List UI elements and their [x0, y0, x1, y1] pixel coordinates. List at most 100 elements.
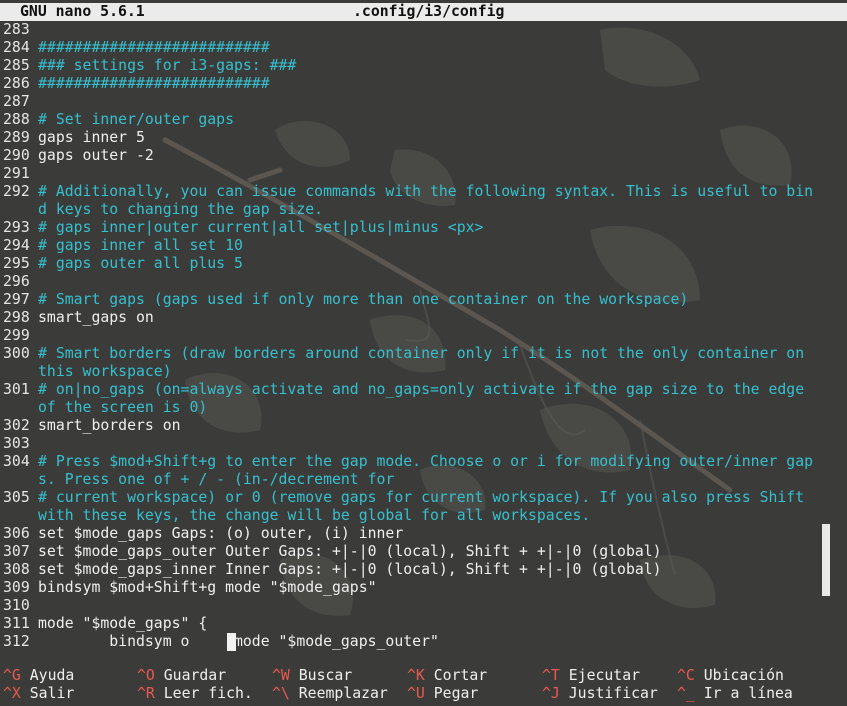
comment-text: # on|no_gaps (on=always activate and no_…	[38, 381, 805, 398]
line-number: 301	[3, 381, 30, 398]
line-number: 284	[3, 39, 30, 56]
shortcut-item[interactable]: ^R Leer fich.	[137, 685, 253, 703]
shortcut-item[interactable]: ^G Ayuda	[3, 667, 74, 685]
line-number: 292	[3, 183, 30, 200]
shortcut-label: Salir	[29, 685, 75, 702]
comment-text: ##########################	[38, 39, 270, 56]
shortcut-bar: ^G Ayuda ^X Salir ^O Guardar ^R Leer fich. ^…	[0, 667, 847, 703]
line-number: 300	[3, 345, 30, 362]
line-number: 286	[3, 75, 30, 92]
comment-text: with these keys, the change will be glob…	[38, 507, 591, 524]
editor-text-area[interactable]: 283 284 ########################## 285 ### s…	[0, 21, 847, 651]
code-text: set $mode_gaps Gaps: (o) outer, (i) inne…	[38, 525, 404, 542]
code-text: mode "$mode_gaps" {	[38, 615, 208, 632]
comment-text: # Press $mod+Shift+g to enter the gap mo…	[38, 453, 814, 470]
shortcut-label: Cortar	[433, 667, 488, 684]
shortcut-key: ^R	[137, 685, 155, 702]
line-number: 307	[3, 543, 30, 560]
line-number: 299	[3, 327, 30, 344]
line-number: 306	[3, 525, 30, 542]
comment-text: of the screen is 0)	[38, 399, 208, 416]
shortcut-item[interactable]: ^W Buscar	[272, 667, 352, 685]
line-number: 308	[3, 561, 30, 578]
line-number: 295	[3, 255, 30, 272]
shortcut-label: Buscar	[298, 667, 353, 684]
shortcut-key: ^J	[542, 685, 560, 702]
comment-text: # Additionally, you can issue commands w…	[38, 183, 814, 200]
comment-text: s. Press one of + / - (in-/decrement for	[38, 471, 395, 488]
line-number: 291	[3, 165, 30, 182]
line-number: 285	[3, 57, 30, 74]
comment-text: # gaps inner all set 10	[38, 237, 243, 254]
line-number: 298	[3, 309, 30, 326]
shortcut-label: Reemplazar	[298, 685, 388, 702]
comment-text: ##########################	[38, 75, 270, 92]
shortcut-item[interactable]: ^\ Reemplazar	[272, 685, 388, 703]
shortcut-label: Guardar	[163, 667, 227, 684]
line-number: 309	[3, 579, 30, 596]
file-name: .config/i3/config	[353, 3, 505, 20]
line-number: 288	[3, 111, 30, 128]
shortcut-key: ^K	[407, 667, 425, 684]
shortcut-key: ^C	[677, 667, 695, 684]
shortcut-key: ^_	[677, 685, 695, 702]
line-number: 294	[3, 237, 30, 254]
line-number: 303	[3, 435, 30, 452]
comment-text: # Set inner/outer gaps	[38, 111, 234, 128]
line-number: 304	[3, 453, 30, 470]
line-number: 305	[3, 489, 30, 506]
line-number: 290	[3, 147, 30, 164]
text-cursor	[227, 633, 236, 651]
line-number: 311	[3, 615, 30, 632]
line-number: 296	[3, 273, 30, 290]
code-text: set $mode_gaps_outer Outer Gaps: +|-|0 (…	[38, 543, 662, 560]
shortcut-label: Pegar	[433, 685, 479, 702]
code-text: bindsym o mode "$mode_gaps_outer"	[38, 633, 439, 650]
shortcut-item[interactable]: ^O Guardar	[137, 667, 226, 685]
nano-titlebar: GNU nano 5.6.1 .config/i3/config	[0, 3, 847, 21]
shortcut-label: Leer fich.	[163, 685, 253, 702]
shortcut-key: ^G	[3, 667, 21, 684]
shortcut-label: Ir a línea	[703, 685, 793, 702]
scrollbar-thumb[interactable]	[822, 524, 830, 596]
shortcut-key: ^W	[272, 667, 290, 684]
line-number: 297	[3, 291, 30, 308]
shortcut-key: ^T	[542, 667, 560, 684]
comment-text: ### settings for i3-gaps: ###	[38, 57, 297, 74]
comment-text: # Smart gaps (gaps used if only more tha…	[38, 291, 689, 308]
comment-text: this workspace)	[38, 363, 172, 380]
code-text: gaps outer -2	[38, 147, 154, 164]
line-number: 287	[3, 93, 30, 110]
line-number: 310	[3, 597, 30, 614]
shortcut-item[interactable]: ^U Pegar	[407, 685, 478, 703]
comment-text: # current workspace) or 0 (remove gaps f…	[38, 489, 805, 506]
shortcut-item[interactable]: ^C Ubicación	[677, 667, 784, 685]
line-number: 283	[3, 21, 30, 38]
shortcut-key: ^\	[272, 685, 290, 702]
shortcut-item[interactable]: ^_ Ir a línea	[677, 685, 793, 703]
shortcut-key: ^O	[137, 667, 155, 684]
line-number: 302	[3, 417, 30, 434]
shortcut-label: Ayuda	[29, 667, 75, 684]
shortcut-item[interactable]: ^K Cortar	[407, 667, 487, 685]
comment-text: d keys to changing the gap size.	[38, 201, 324, 218]
comment-text: # gaps inner|outer current|all set|plus|…	[38, 219, 484, 236]
comment-text: # gaps outer all plus 5	[38, 255, 243, 272]
shortcut-label: Ubicación	[703, 667, 784, 684]
code-text: smart_gaps on	[38, 309, 154, 326]
editor-version: GNU nano 5.6.1	[20, 3, 145, 20]
shortcut-label: Ejecutar	[568, 667, 641, 684]
line-number: 293	[3, 219, 30, 236]
code-text: bindsym $mod+Shift+g mode "$mode_gaps"	[38, 579, 377, 596]
code-text: set $mode_gaps_inner Inner Gaps: +|-|0 (…	[38, 561, 662, 578]
comment-text: # Smart borders (draw borders around con…	[38, 345, 805, 362]
shortcut-item[interactable]: ^X Salir	[3, 685, 74, 703]
shortcut-item[interactable]: ^J Justificar	[542, 685, 658, 703]
code-text: smart_borders on	[38, 417, 181, 434]
shortcut-key: ^U	[407, 685, 425, 702]
shortcut-label: Justificar	[568, 685, 658, 702]
shortcut-item[interactable]: ^T Ejecutar	[542, 667, 640, 685]
line-number: 312	[3, 633, 30, 650]
code-text: gaps inner 5	[38, 129, 145, 146]
shortcut-key: ^X	[3, 685, 21, 702]
